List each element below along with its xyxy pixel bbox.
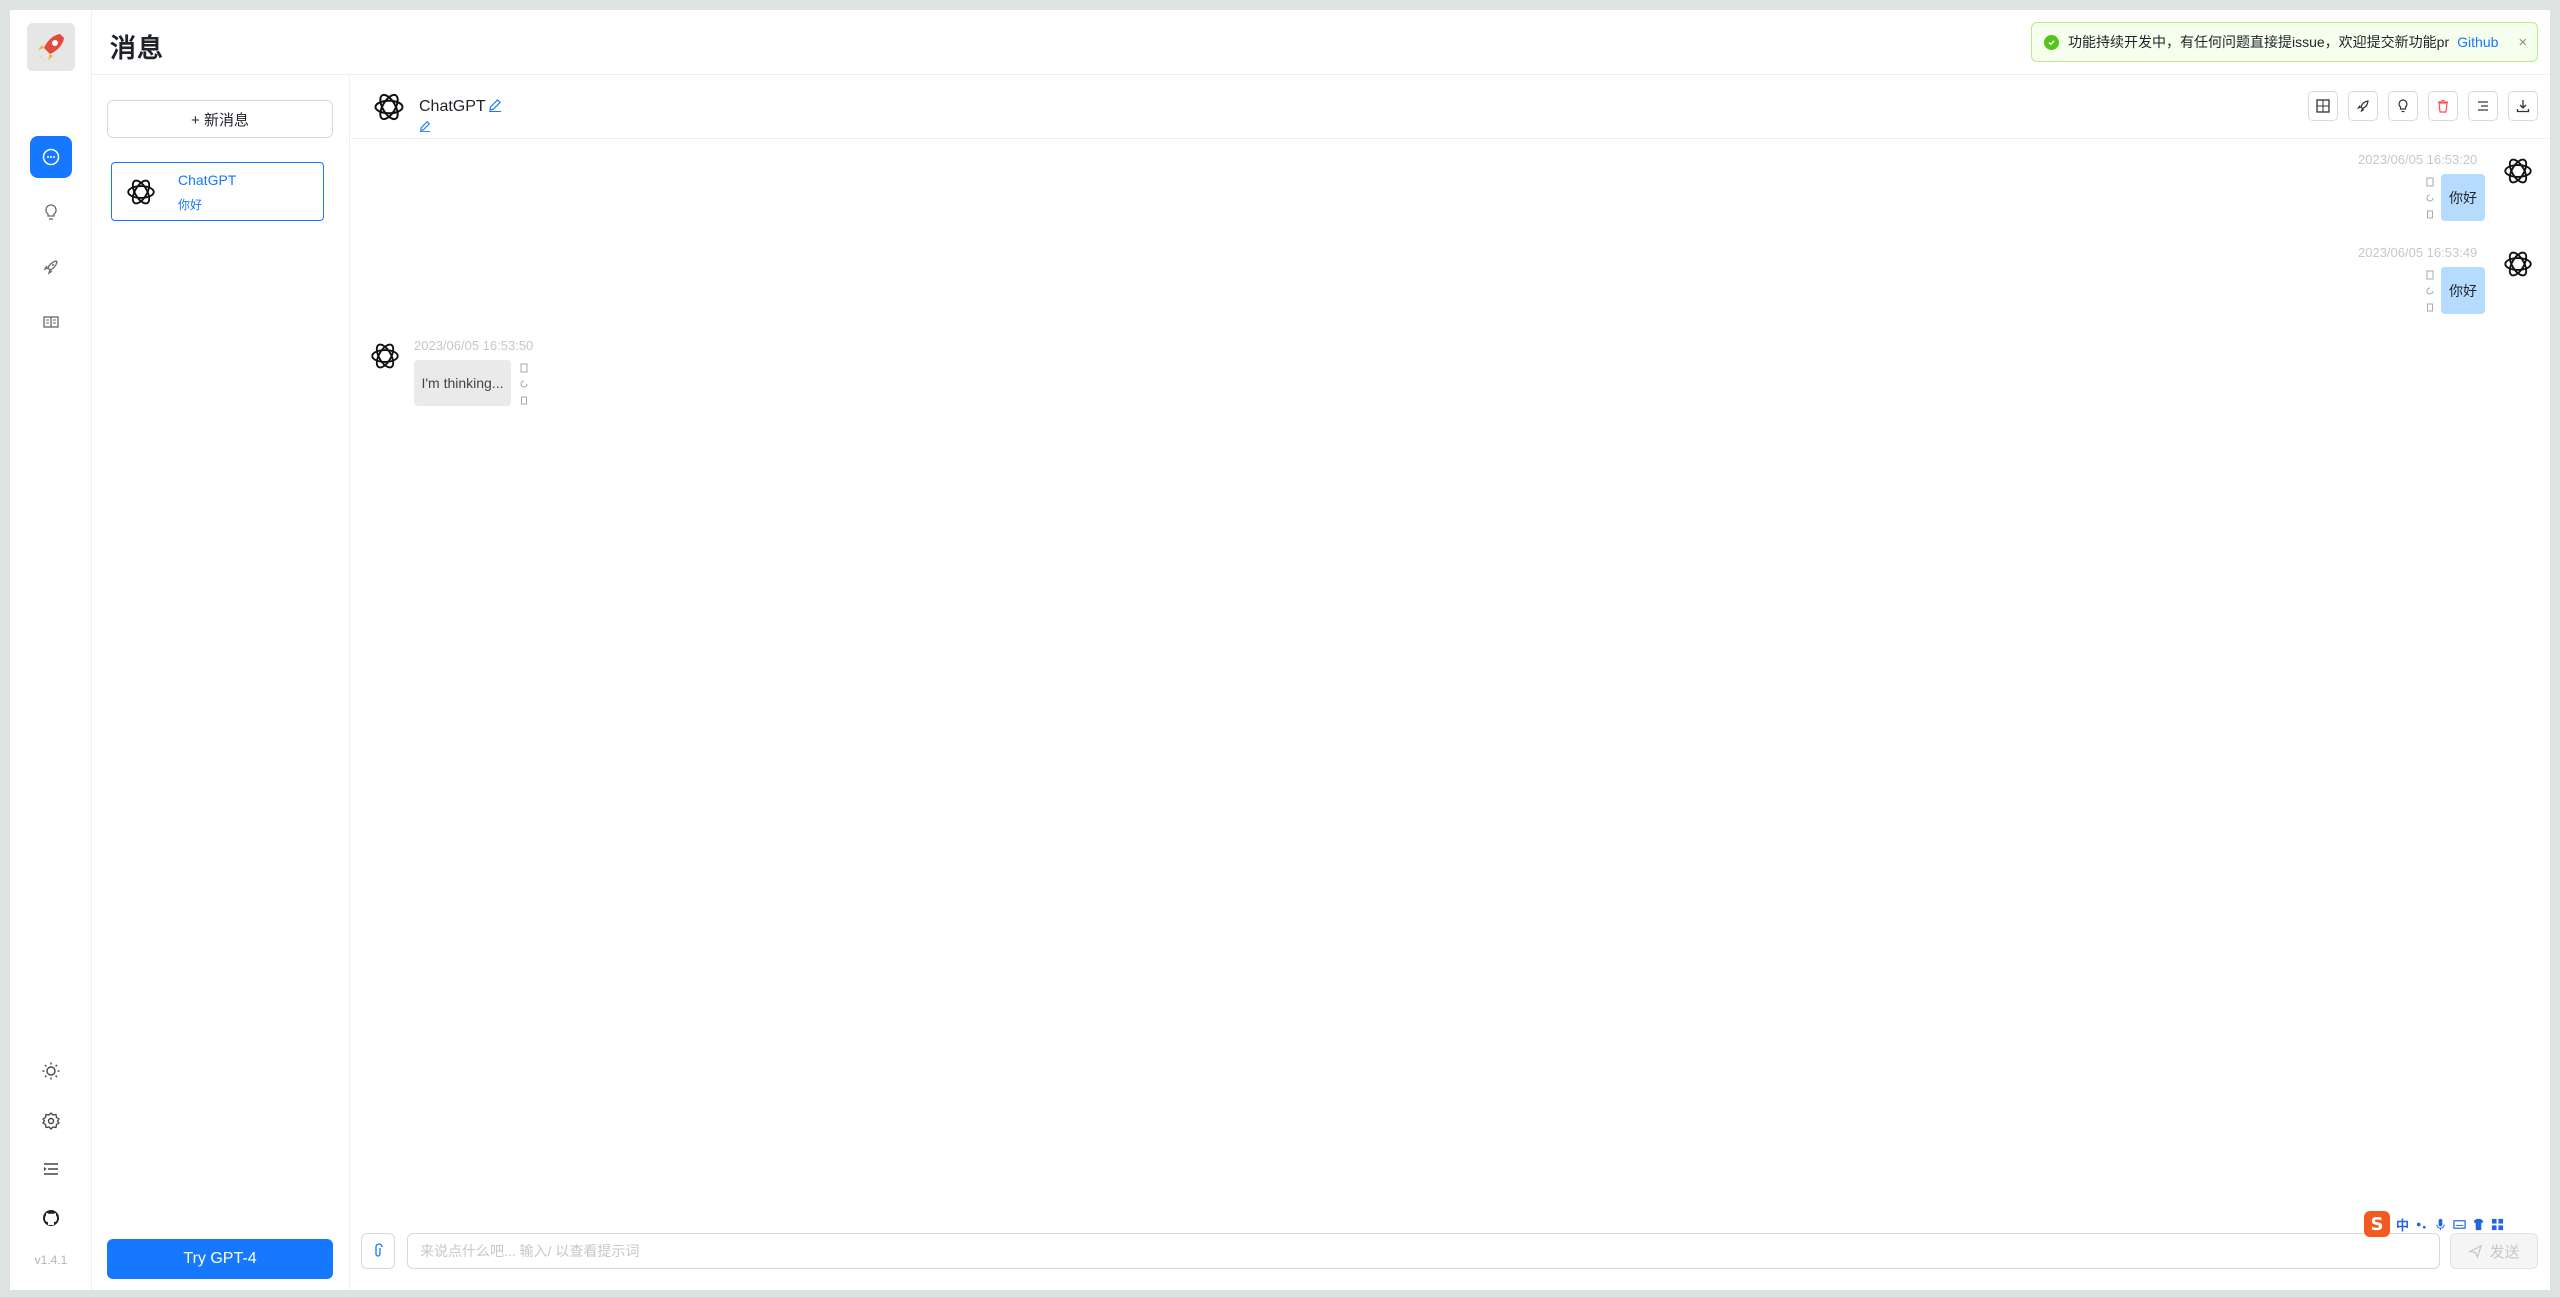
openai-avatar-icon: [2504, 251, 2532, 277]
bulb-icon: [45, 204, 57, 220]
bulb-icon: [2398, 99, 2408, 113]
session-item[interactable]: ChatGPT 你好: [111, 162, 324, 221]
prompt-button[interactable]: [2388, 91, 2418, 121]
message-time: 2023/06/05 16:53:20: [2358, 152, 2478, 167]
trash-icon: [2438, 99, 2448, 113]
menu-icon: [44, 1163, 58, 1175]
copy-icon[interactable]: [519, 363, 529, 373]
settings-button[interactable]: [30, 1100, 72, 1142]
assistant-message-bubble: I'm thinking...: [414, 360, 511, 406]
grid-icon[interactable]: [2491, 1218, 2504, 1231]
attach-button[interactable]: [361, 1233, 395, 1269]
rail-book-button[interactable]: [30, 301, 72, 343]
sun-icon: [42, 1062, 60, 1080]
gear-icon: [42, 1112, 60, 1130]
rocket-icon: [2357, 100, 2369, 113]
session-panel: + 新消息 ChatGPT 你好 Try GPT-4: [92, 75, 350, 1290]
theme-toggle-button[interactable]: [30, 1050, 72, 1092]
microphone-icon[interactable]: [2434, 1218, 2447, 1231]
copy-icon[interactable]: [2425, 177, 2435, 187]
message-input[interactable]: [407, 1233, 2440, 1269]
version-label: v1.4.1: [34, 1253, 68, 1267]
edit-description-icon[interactable]: [419, 120, 431, 132]
rail-prompt-button[interactable]: [30, 191, 72, 233]
openai-avatar-icon: [2504, 158, 2532, 184]
send-icon: [2468, 1244, 2483, 1259]
notice-text: 功能持续开发中，有任何问题直接提issue，欢迎提交新功能pr: [2068, 34, 2450, 50]
delete-icon[interactable]: [519, 395, 529, 405]
openai-avatar-icon: [371, 343, 399, 369]
ime-lang[interactable]: 中: [2396, 1215, 2409, 1234]
paperclip-icon: [375, 1243, 383, 1257]
message-time: 2023/06/05 16:53:50: [414, 338, 534, 353]
chat-icon: [42, 148, 60, 166]
chat-title: ChatGPT: [419, 98, 486, 115]
edit-title-icon[interactable]: [488, 98, 502, 112]
chat-header: ChatGPT: [351, 75, 2550, 139]
github-icon: [43, 1210, 59, 1226]
ime-toolbar[interactable]: S 中: [2364, 1209, 2540, 1239]
success-check-icon: [2044, 34, 2059, 50]
ime-logo[interactable]: S: [2364, 1211, 2390, 1237]
session-preview: 你好: [178, 198, 203, 212]
layout-icon: [2316, 99, 2330, 113]
ime-punct-icon[interactable]: [2415, 1218, 2428, 1231]
keyboard-icon[interactable]: [2453, 1218, 2466, 1231]
notice-toast: 功能持续开发中，有任何问题直接提issue，欢迎提交新功能pr Github ×: [2031, 22, 2538, 62]
menu-button[interactable]: [2468, 91, 2498, 121]
new-message-button[interactable]: + 新消息: [107, 100, 333, 138]
github-link[interactable]: Github: [2457, 34, 2498, 50]
app-logo[interactable]: [27, 23, 75, 71]
refresh-icon[interactable]: [2425, 286, 2435, 296]
user-message-bubble: 你好: [2441, 174, 2485, 221]
delete-icon[interactable]: [2425, 302, 2435, 312]
delete-icon[interactable]: [2425, 209, 2435, 219]
page-title: 消息: [110, 33, 165, 63]
close-icon[interactable]: ×: [2518, 34, 2527, 51]
try-gpt4-button[interactable]: Try GPT-4: [107, 1239, 333, 1279]
rail-chat-button[interactable]: [30, 136, 72, 178]
send-label: 发送: [2489, 1243, 2520, 1261]
openai-avatar-icon: [374, 93, 404, 121]
session-name: ChatGPT: [178, 172, 237, 188]
rail-plugin-button[interactable]: [30, 246, 72, 288]
copy-icon[interactable]: [2425, 270, 2435, 280]
refresh-icon[interactable]: [2425, 193, 2435, 203]
left-rail: v1.4.1: [10, 10, 92, 1290]
plugin-button[interactable]: [2348, 91, 2378, 121]
app-window: v1.4.1 消息 功能持续开发中，有任何问题直接提issue，欢迎提交新功能p…: [10, 10, 2550, 1290]
menu-button[interactable]: [30, 1148, 72, 1190]
delete-button[interactable]: [2428, 91, 2458, 121]
github-button[interactable]: [30, 1197, 72, 1239]
download-button[interactable]: [2508, 91, 2538, 121]
book-icon: [43, 316, 59, 328]
menu-icon: [2478, 101, 2488, 111]
skin-icon[interactable]: [2472, 1218, 2485, 1231]
layout-button[interactable]: [2308, 91, 2338, 121]
refresh-icon[interactable]: [519, 379, 529, 389]
rocket-icon: [43, 260, 58, 275]
openai-avatar-icon: [127, 179, 155, 205]
download-icon: [2516, 100, 2530, 113]
user-message-bubble: 你好: [2441, 267, 2485, 314]
message-time: 2023/06/05 16:53:49: [2358, 245, 2478, 260]
